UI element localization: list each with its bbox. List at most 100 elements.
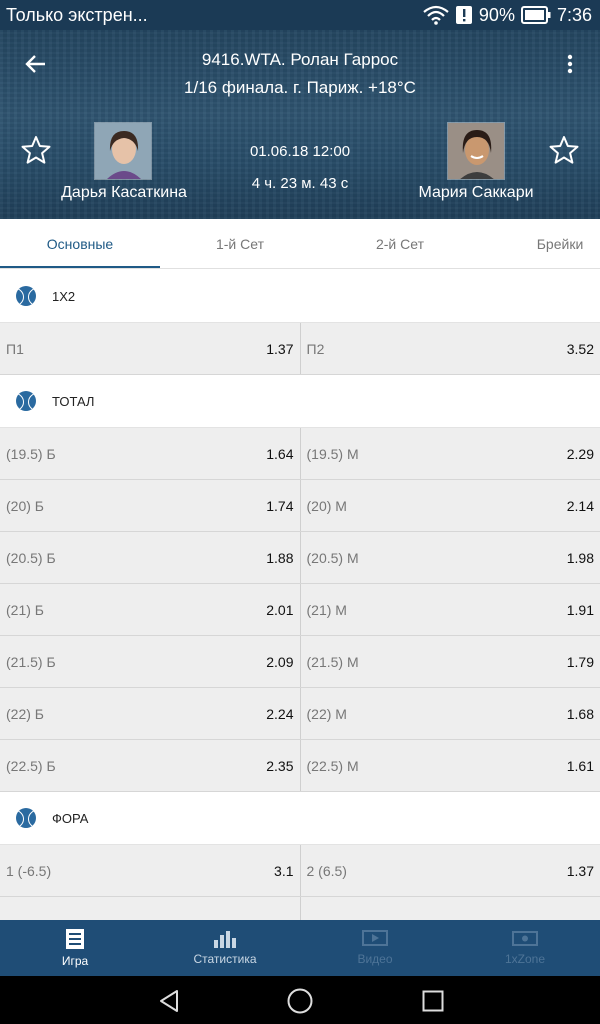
odds-row: (20) Б 1.74 (20) М 2.14 bbox=[0, 480, 600, 532]
odds-cell[interactable]: (19.5) Б 1.64 bbox=[0, 428, 301, 479]
odds-value: 2.09 bbox=[266, 653, 294, 670]
market-tabs: Основные 1-й Сет 2-й Сет Брейки bbox=[0, 219, 600, 269]
section-total-header[interactable]: ТОТАЛ bbox=[0, 375, 600, 428]
odds-value: 2.29 bbox=[566, 445, 594, 462]
odds-label: (22) М bbox=[306, 705, 347, 722]
odds-value: 1.37 bbox=[566, 862, 594, 879]
section-handicap-header[interactable]: ФОРА bbox=[0, 792, 600, 845]
odds-cell[interactable] bbox=[301, 897, 600, 920]
odds-label: П1 bbox=[6, 340, 24, 357]
odds-row bbox=[0, 897, 600, 920]
odds-cell[interactable]: (22.5) М 1.61 bbox=[301, 740, 600, 791]
odds-label: П2 bbox=[306, 340, 325, 357]
odds-cell[interactable]: (21.5) М 1.79 bbox=[301, 636, 600, 687]
round-subtitle: 1/16 финала. г. Париж. +18°C bbox=[184, 78, 416, 97]
odds-label: (20) М bbox=[306, 497, 347, 514]
circle-home-icon bbox=[287, 988, 313, 1014]
odds-cell[interactable]: 2 (6.5) 1.37 bbox=[301, 845, 600, 896]
nav-1xzone[interactable]: 1xZone bbox=[450, 920, 600, 976]
odds-value: 2.14 bbox=[566, 497, 594, 514]
tennis-ball-icon bbox=[16, 286, 36, 306]
notification-text: Только экстрен... bbox=[6, 4, 148, 25]
match-date: 01.06.18 12:00 bbox=[249, 143, 351, 160]
tab-breaks[interactable]: Брейки bbox=[480, 219, 600, 269]
odds-row: П1 1.37 П2 3.52 bbox=[0, 323, 600, 375]
system-home-button[interactable] bbox=[287, 988, 313, 1014]
section-1x2-header[interactable]: 1X2 bbox=[0, 270, 600, 323]
zone-icon bbox=[512, 931, 538, 946]
nav-video[interactable]: Видео bbox=[300, 920, 450, 976]
battery-icon bbox=[520, 6, 551, 24]
odds-cell[interactable]: (21) М 1.91 bbox=[301, 584, 600, 635]
odds-cell[interactable]: (22) Б 2.24 bbox=[0, 688, 301, 739]
odds-cell[interactable]: П2 3.52 bbox=[301, 323, 600, 374]
odds-cell[interactable] bbox=[0, 897, 301, 920]
odds-value: 1.64 bbox=[266, 445, 294, 462]
odds-value: 1.68 bbox=[566, 705, 594, 722]
odds-value: 3.52 bbox=[566, 340, 594, 357]
odds-row: (22.5) Б 2.35 (22.5) М 1.61 bbox=[0, 740, 600, 792]
odds-cell[interactable]: (20.5) М 1.98 bbox=[301, 532, 600, 583]
odds-cell[interactable]: (22.5) Б 2.35 bbox=[0, 740, 301, 791]
odds-row: (20.5) Б 1.88 (20.5) М 1.98 bbox=[0, 532, 600, 584]
odds-cell[interactable]: П1 1.37 bbox=[0, 323, 301, 374]
section-title: ФОРА bbox=[52, 810, 89, 826]
markets-list[interactable]: 1X2 П1 1.37 П2 3.52 ТОТАЛ (19.5) Б 1.64 (19… bbox=[0, 270, 600, 920]
odds-label: (20) Б bbox=[6, 497, 44, 514]
elapsed-time: 4 ч. 23 м. 43 с bbox=[251, 175, 349, 192]
bottom-navigation: Игра Статистика Видео 1xZone bbox=[0, 920, 600, 976]
odds-cell[interactable]: (19.5) М 2.29 bbox=[301, 428, 600, 479]
odds-label: (21) Б bbox=[6, 601, 44, 618]
wifi-icon bbox=[423, 5, 449, 25]
odds-row: (22) Б 2.24 (22) М 1.68 bbox=[0, 688, 600, 740]
odds-row: (21) Б 2.01 (21) М 1.91 bbox=[0, 584, 600, 636]
tab-set-1[interactable]: 1-й Сет bbox=[160, 219, 320, 269]
tennis-ball-icon bbox=[16, 391, 36, 411]
odds-value: 2.01 bbox=[266, 601, 294, 618]
odds-label: 2 (6.5) bbox=[306, 862, 347, 879]
odds-label: (22.5) Б bbox=[6, 757, 56, 774]
nav-statistics[interactable]: Статистика bbox=[150, 920, 300, 976]
odds-cell[interactable]: 1 (-6.5) 3.1 bbox=[0, 845, 301, 896]
odds-cell[interactable]: (21) Б 2.01 bbox=[0, 584, 301, 635]
odds-value: 1.98 bbox=[566, 549, 594, 566]
odds-label: (22) Б bbox=[6, 705, 44, 722]
clock: 7:36 bbox=[556, 4, 592, 25]
odds-label: (19.5) М bbox=[306, 445, 359, 462]
odds-label: (20.5) Б bbox=[6, 549, 56, 566]
odds-value: 2.35 bbox=[266, 757, 294, 774]
active-tab-indicator bbox=[0, 266, 160, 268]
system-recents-button[interactable] bbox=[420, 988, 446, 1014]
odds-label: (21) М bbox=[306, 601, 347, 618]
nav-game[interactable]: Игра bbox=[0, 920, 150, 976]
odds-value: 1.74 bbox=[266, 497, 294, 514]
odds-value: 2.24 bbox=[266, 705, 294, 722]
video-icon bbox=[362, 930, 388, 946]
nav-label: 1xZone bbox=[504, 952, 546, 966]
odds-row: (19.5) Б 1.64 (19.5) М 2.29 bbox=[0, 428, 600, 480]
odds-cell[interactable]: (21.5) Б 2.09 bbox=[0, 636, 301, 687]
system-back-button[interactable] bbox=[156, 988, 182, 1014]
odds-cell[interactable]: (22) М 1.68 bbox=[301, 688, 600, 739]
odds-label: (19.5) Б bbox=[6, 445, 56, 462]
odds-label: (20.5) М bbox=[306, 549, 359, 566]
tournament-title: 9416.WTA. Ролан Гаррос bbox=[201, 50, 399, 69]
tennis-ball-icon bbox=[16, 808, 36, 828]
nav-label: Игра bbox=[61, 954, 89, 968]
odds-label: 1 (-6.5) bbox=[6, 862, 52, 879]
square-recents-icon bbox=[422, 990, 444, 1012]
alert-icon bbox=[455, 5, 473, 25]
odds-label: (22.5) М bbox=[306, 757, 359, 774]
tab-set-2[interactable]: 2-й Сет bbox=[320, 219, 480, 269]
tab-main[interactable]: Основные bbox=[0, 219, 160, 269]
odds-cell[interactable]: (20.5) Б 1.88 bbox=[0, 532, 301, 583]
odds-value: 1.91 bbox=[566, 601, 594, 618]
odds-label: (21.5) М bbox=[306, 653, 359, 670]
odds-cell[interactable]: (20) Б 1.74 bbox=[0, 480, 301, 531]
triangle-back-icon bbox=[160, 990, 178, 1012]
odds-value: 1.79 bbox=[566, 653, 594, 670]
odds-cell[interactable]: (20) М 2.14 bbox=[301, 480, 600, 531]
section-title: 1X2 bbox=[52, 288, 76, 304]
battery-level: 90% bbox=[478, 4, 515, 25]
odds-value: 1.61 bbox=[566, 757, 594, 774]
